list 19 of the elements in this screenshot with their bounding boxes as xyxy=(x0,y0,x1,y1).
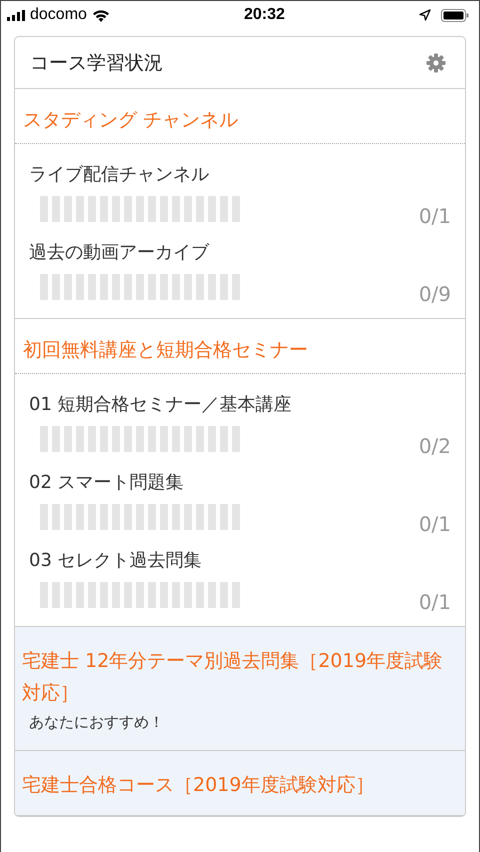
wifi-icon xyxy=(92,8,110,22)
progress-count: 0/1 xyxy=(418,590,451,614)
recommendation-note: あなたにおすすめ！ xyxy=(28,712,165,733)
course-title[interactable]: 過去の動画アーカイブ xyxy=(29,240,451,266)
signal-icon xyxy=(7,10,25,20)
course-title[interactable]: ライブ配信チャンネル xyxy=(29,162,451,188)
progress-count: 0/2 xyxy=(418,434,451,458)
battery-icon xyxy=(441,8,469,22)
progress-count: 0/1 xyxy=(418,204,451,228)
card-title: コース学習状況 xyxy=(30,50,163,76)
location-arrow-icon xyxy=(419,9,431,21)
settings-icon[interactable] xyxy=(426,52,446,72)
carrier-name: docomo xyxy=(30,6,87,24)
course-title[interactable]: 02 スマート問題集 xyxy=(29,470,451,496)
clock-time: 20:32 xyxy=(244,6,285,24)
progress-count: 0/9 xyxy=(418,282,451,306)
progress-count: 0/1 xyxy=(418,512,451,536)
course-title[interactable]: 03 セレクト過去問集 xyxy=(29,548,451,574)
course-title[interactable]: 01 短期合格セミナー／基本講座 xyxy=(29,392,451,418)
